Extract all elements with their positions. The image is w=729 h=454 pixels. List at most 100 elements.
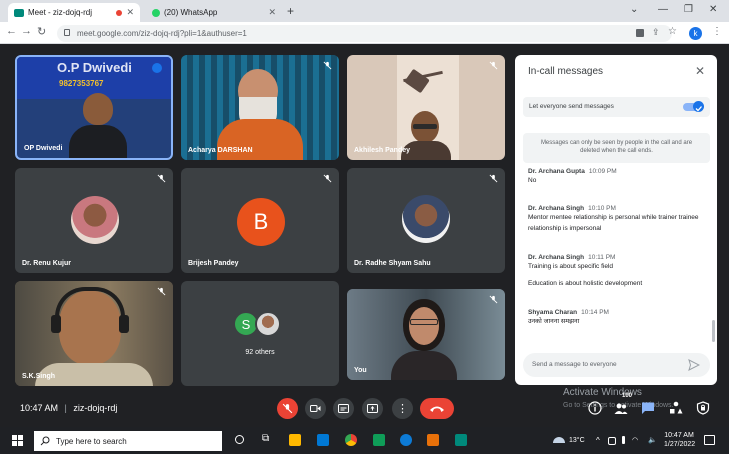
mic-off-icon	[489, 174, 498, 183]
camera-icon	[310, 405, 321, 412]
new-tab-button[interactable]: +	[287, 4, 294, 18]
participant-tile-op-dwivedi[interactable]: O.P Dwivedi 9827353767 OP Dwivedi	[15, 55, 173, 160]
participant-avatar	[255, 311, 281, 337]
mic-off-icon	[489, 61, 498, 70]
whatsapp-favicon-icon	[152, 8, 160, 17]
temperature-text: 13°C	[569, 437, 585, 444]
participant-body	[69, 125, 127, 158]
more-options-button[interactable]: ⋮	[392, 398, 413, 419]
minimize-button[interactable]: —	[658, 4, 668, 15]
participant-tile-others[interactable]: S 92 others	[181, 281, 339, 386]
mic-off-icon	[489, 295, 498, 304]
present-screen-button[interactable]	[362, 398, 383, 419]
captions-button[interactable]	[333, 398, 354, 419]
cortana-icon[interactable]	[235, 435, 244, 444]
chat-message: Dr. Archana Singh 10:11 PM Training is ab…	[528, 254, 643, 288]
taskbar-clock[interactable]: 10:47 AM 1/27/2022	[664, 431, 695, 449]
chat-scrollbar[interactable]	[712, 320, 715, 342]
search-icon	[40, 436, 50, 446]
task-view-icon[interactable]: ⧉	[262, 433, 269, 444]
back-icon[interactable]: ←	[6, 25, 17, 37]
wifi-icon[interactable]: ◠	[632, 436, 638, 444]
close-window-button[interactable]: ✕	[709, 4, 717, 15]
participant-tile-renu-kujur[interactable]: Dr. Renu Kujur	[15, 168, 173, 273]
participant-tile-acharya-darshan[interactable]: Acharya DARSHAN	[181, 55, 339, 160]
more-vert-icon: ⋮	[397, 403, 408, 415]
edge-icon[interactable]	[400, 434, 412, 446]
participant-face	[83, 93, 113, 125]
glasses	[410, 319, 438, 325]
maximize-button[interactable]: ❐	[684, 4, 693, 15]
mic-off-icon	[157, 174, 166, 183]
browser-menu-icon[interactable]: ⋮	[712, 26, 722, 37]
meet-favicon-icon	[14, 8, 24, 17]
file-explorer-icon[interactable]	[289, 434, 301, 446]
meeting-info-icon[interactable]	[588, 401, 602, 415]
panel-title: In-call messages	[528, 66, 604, 77]
host-controls-icon[interactable]	[696, 401, 710, 415]
volume-icon[interactable]: 🔈	[648, 436, 657, 444]
participant-avatar	[71, 196, 119, 244]
url-input[interactable]: meet.google.com/ziz-dojq-rdj?pli=1&authu…	[57, 25, 672, 42]
forward-icon[interactable]: →	[21, 25, 32, 37]
message-input[interactable]: Send a message to everyone	[523, 353, 710, 377]
store-icon[interactable]	[373, 434, 385, 446]
participant-avatar	[402, 195, 450, 243]
activities-icon[interactable]	[669, 401, 683, 415]
chat-icon[interactable]	[641, 401, 655, 415]
close-panel-icon[interactable]: ✕	[695, 64, 705, 78]
leave-call-button[interactable]	[420, 398, 454, 419]
mic-tray-icon[interactable]	[622, 436, 625, 444]
notifications-icon[interactable]	[704, 435, 715, 445]
participant-tile-akhilesh-pandey[interactable]: Akhilesh Pandey	[347, 55, 505, 160]
close-tab-icon[interactable]: ✕	[268, 7, 276, 18]
chat-message: Dr. Archana Singh 10:10 PM Mentor mentee …	[528, 205, 699, 233]
hang-up-icon	[430, 406, 444, 412]
share-icon[interactable]: ⇪	[652, 27, 660, 38]
glasses	[413, 124, 437, 129]
lock-icon	[64, 29, 70, 36]
participant-avatar: B	[237, 198, 285, 246]
mic-off-icon	[282, 403, 293, 414]
chat-message: Shyama Charan 10:14 PM उनको जानना समझना	[528, 309, 609, 325]
send-icon[interactable]	[688, 359, 700, 371]
recording-dot-icon	[116, 9, 123, 16]
reload-icon[interactable]: ↻	[37, 25, 46, 38]
allow-messages-label: Let everyone send messages	[529, 103, 614, 110]
meeting-code: ziz-dojq-rdj	[73, 403, 118, 413]
photos-icon[interactable]	[427, 434, 439, 446]
mic-off-icon	[157, 287, 166, 296]
network-icon[interactable]	[608, 437, 616, 445]
mic-toggle-button[interactable]	[277, 398, 298, 419]
windows-start-icon[interactable]	[12, 435, 23, 446]
captions-icon	[338, 404, 349, 413]
weather-cloud-icon	[553, 437, 565, 443]
mail-icon[interactable]	[317, 434, 329, 446]
participant-tile-sk-singh[interactable]: S.K.Singh	[15, 281, 173, 386]
tray-expand-icon[interactable]: ^	[596, 436, 600, 445]
participant-tile-you[interactable]: You	[347, 289, 505, 380]
participant-count-badge: 100	[622, 393, 633, 399]
bookmark-star-icon[interactable]: ☆	[668, 26, 677, 37]
meeting-time: 10:47 AM	[20, 403, 59, 413]
headphone-cup	[119, 315, 129, 333]
people-icon[interactable]	[614, 401, 628, 415]
meet-app-icon[interactable]	[455, 434, 467, 446]
participant-face	[409, 307, 439, 345]
close-tab-icon[interactable]: ✕	[126, 7, 134, 18]
chrome-icon[interactable]	[345, 434, 357, 446]
tab-whatsapp[interactable]: (20) WhatsApp ✕	[146, 3, 282, 22]
tab-search-chevron-icon[interactable]: ⌄	[630, 4, 638, 15]
tab-meet[interactable]: Meet - ziz-dojq-rdj ✕	[8, 3, 140, 22]
profile-avatar[interactable]: k	[689, 27, 702, 40]
meeting-details[interactable]: 10:47 AM | ziz-dojq-rdj	[20, 403, 117, 413]
present-screen-icon	[367, 404, 378, 413]
camera-in-use-icon[interactable]	[636, 29, 644, 37]
participant-tile-radhe-shyam-sahu[interactable]: Dr. Radhe Shyam Sahu	[347, 168, 505, 273]
taskbar-search-input[interactable]: Type here to search	[34, 431, 222, 451]
camera-toggle-button[interactable]	[305, 398, 326, 419]
mic-off-icon	[323, 174, 332, 183]
speaking-indicator-icon	[152, 63, 162, 73]
toggle-check-icon[interactable]	[693, 101, 704, 112]
participant-tile-brijesh-pandey[interactable]: B Brijesh Pandey	[181, 168, 339, 273]
